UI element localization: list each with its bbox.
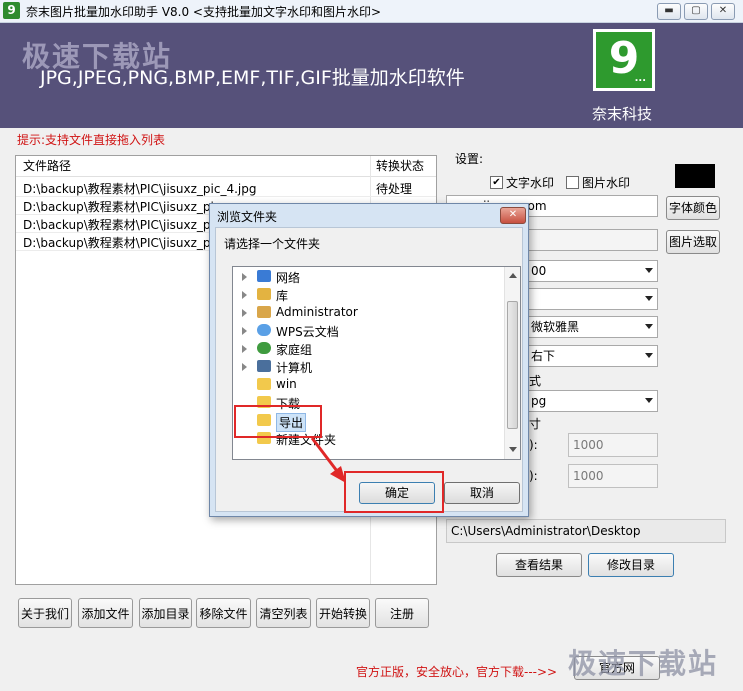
annotation-arrow (310, 437, 346, 483)
